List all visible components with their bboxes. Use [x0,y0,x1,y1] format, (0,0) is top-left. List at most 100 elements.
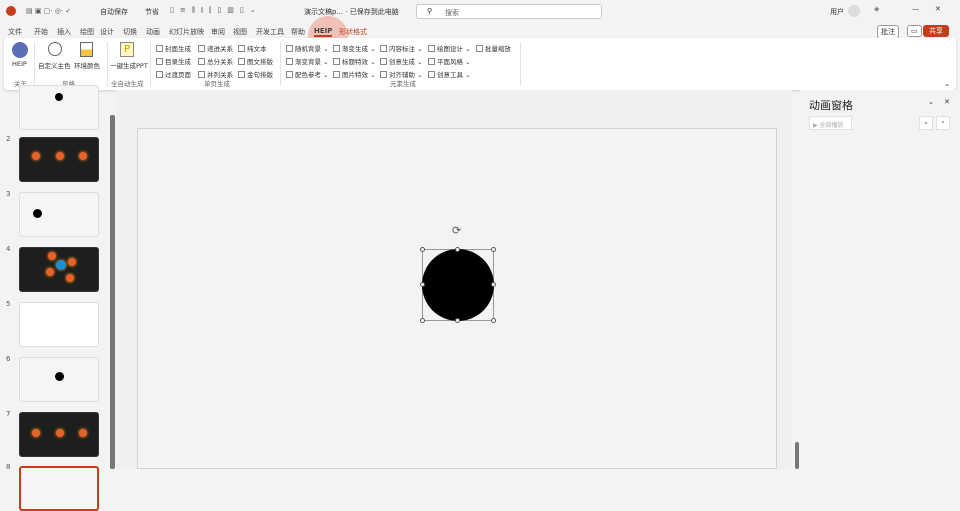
tab-shape-format[interactable]: 形状格式 [339,27,367,37]
thumbnail-scrollbar[interactable] [110,115,115,469]
tab-file[interactable]: 文件 [8,27,22,37]
resize-handle[interactable] [455,318,460,323]
rotate-handle-icon[interactable]: ⟳ [452,224,461,237]
resize-handle[interactable] [420,247,425,252]
divider [520,42,521,86]
pane-title: 动画窗格 [809,99,853,112]
toolbar-icons[interactable]: ▯≡⫼⫾⫿▯▥▯⌄ [170,6,262,15]
ribbon: HEIP 关于 自定义主色 环境颜色 风格 P 一键生成PPT 全自动生成 封面… [4,38,956,90]
divider [34,42,35,86]
group-label-fullgen: 全自动生成 [111,80,144,88]
cover-gen-button[interactable]: 封面生成 [156,43,191,53]
toc-gen-button[interactable]: 目录生成 [156,56,191,66]
divider [107,42,108,86]
present-icon[interactable]: ▭ [907,25,922,37]
comment-button[interactable]: 批注 [877,25,899,39]
slide-thumb-3[interactable] [19,192,99,237]
slide-thumb-8[interactable] [19,466,99,511]
document-title[interactable]: 演示文稿p... · 已保存到此电脑 [304,7,399,17]
ppt-icon: P [120,42,134,57]
canvas-scrollbar[interactable] [795,442,799,469]
heip-button[interactable]: HEIP [12,60,27,68]
image-text-button[interactable]: 图文排版 [238,56,273,66]
total-split-button[interactable]: 总分关系 [198,56,233,66]
quick-access-icons[interactable]: ▤ ▣ ▢· ◎· ✓ [26,7,71,15]
slide-number: 4 [6,245,11,253]
quote-layout-button[interactable]: 金句排版 [238,69,273,79]
resize-handle[interactable] [491,318,496,323]
minimize-button[interactable]: — [912,5,919,13]
slide-thumb-5[interactable] [19,302,99,347]
group-label-pagegen: 单页生成 [204,80,230,88]
avatar[interactable] [848,5,860,17]
slide-number: 6 [6,355,11,363]
palette-icon [48,42,62,56]
batch-scale-button[interactable]: 批量缩放 [476,43,511,53]
slide-thumb-7[interactable] [19,412,99,457]
search-input[interactable]: ⚲ 搜索 [416,4,602,19]
resize-handle[interactable] [420,282,425,287]
tab-home[interactable]: 开始 [34,27,48,37]
heip-logo-icon [12,42,28,58]
color-ref-button[interactable]: 配色参考 ⌄ [286,69,329,79]
gradient-gen-button[interactable]: 渐变生成 ⌄ [333,43,376,53]
pane-close-icon[interactable]: ✕ [944,98,950,106]
env-color-button[interactable]: 环境颜色 [74,60,100,70]
play-all-button[interactable]: ▶ 全部播放 [809,116,852,130]
divider [280,42,281,86]
tab-insert[interactable]: 插入 [57,27,71,37]
tab-view[interactable]: 视图 [233,27,247,37]
resize-handle[interactable] [420,318,425,323]
move-down-button[interactable]: ▾ [936,116,950,130]
flat-style-button[interactable]: 平面风格 ⌄ [428,56,471,66]
ribbon-tabs: 文件 开始 插入 绘图 设计 切换 动画 幻灯片放映 审阅 视图 开发工具 帮助… [0,16,960,56]
image-effect-button[interactable]: 图片特效 ⌄ [333,69,376,79]
tab-transitions[interactable]: 切换 [123,27,137,37]
divider [150,42,151,86]
custom-color-button[interactable]: 自定义主色 [38,60,71,70]
random-bg-button[interactable]: 随机背景 ⌄ [286,43,329,53]
transition-page-button[interactable]: 过渡页面 [156,69,191,79]
plain-text-button[interactable]: 纯文本 [238,43,267,53]
tab-review[interactable]: 审阅 [211,27,225,37]
slide-thumb-6[interactable] [19,357,99,402]
slide-editor[interactable]: ⟳ [137,128,777,469]
tab-heip[interactable]: HEIP [314,27,333,37]
move-up-button[interactable]: ▴ [919,116,933,130]
tab-slideshow[interactable]: 幻灯片放映 [169,27,204,37]
tab-developer[interactable]: 开发工具 [256,27,284,37]
resize-handle[interactable] [455,247,460,252]
share-button[interactable]: 共享 [923,25,949,37]
slide-number: 5 [6,300,11,308]
collapse-ribbon-icon[interactable]: ⌄ [944,80,950,88]
slide-thumb-2[interactable] [19,137,99,182]
creative-tools-button[interactable]: 创意工具 ⌄ [428,69,471,79]
progressive-button[interactable]: 递进关系 [198,43,233,53]
title-effect-button[interactable]: 标题特效 ⌄ [333,56,376,66]
pane-options-icon[interactable]: ⌄ [928,98,934,106]
tab-animations[interactable]: 动画 [146,27,160,37]
one-click-ppt-button[interactable]: 一键生成PPT [110,60,148,70]
resize-handle[interactable] [491,247,496,252]
close-button[interactable]: ✕ [935,5,941,13]
tab-design[interactable]: 设计 [100,27,114,37]
resize-handle[interactable] [491,282,496,287]
save-mode-label[interactable]: 节省 [145,7,159,17]
tab-draw[interactable]: 绘图 [80,27,94,37]
diamond-icon[interactable]: ◈ [874,5,879,13]
title-bar: ▤ ▣ ▢· ◎· ✓ 自动保存 节省 ▯≡⫼⫾⫿▯▥▯⌄ 演示文稿p... ·… [0,0,960,22]
user-name[interactable]: 用户 [830,7,844,17]
slide-thumb-1[interactable] [19,85,99,130]
slide-thumb-4[interactable] [19,247,99,292]
tab-help[interactable]: 帮助 [291,27,305,37]
autosave-label[interactable]: 自动保存 [100,7,128,17]
slide-number: 8 [6,463,11,471]
gradient-bg-button[interactable]: 渐变背景 ⌄ [286,56,329,66]
draw-design-button[interactable]: 绘图设计 ⌄ [428,43,471,53]
creative-gen-button[interactable]: 创意生成 ⌄ [380,56,423,66]
slide-number: 3 [6,190,11,198]
content-label-button[interactable]: 内容标注 ⌄ [380,43,423,53]
cup-icon [80,42,93,57]
circle-shape[interactable] [422,249,494,321]
slide-number: 2 [6,135,11,143]
